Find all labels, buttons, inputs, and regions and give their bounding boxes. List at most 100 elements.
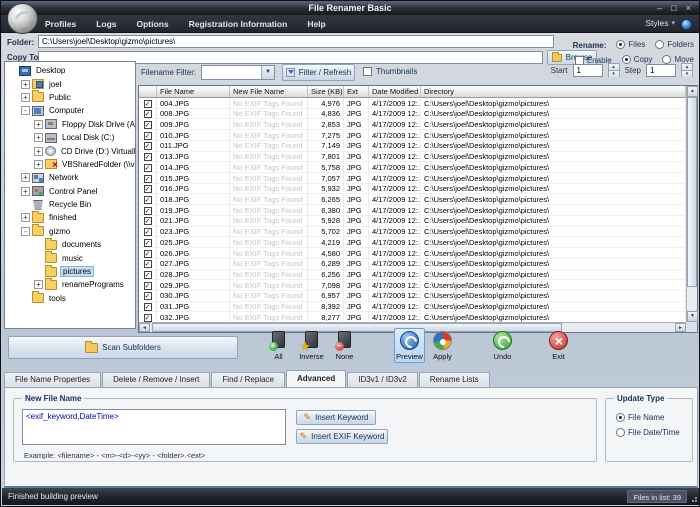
file-row[interactable]: ✓030.JPGNo EXIF Tags Found6,957JPG4/17/2… (139, 291, 686, 302)
rename-files-radio[interactable]: Files (616, 40, 645, 49)
row-checkbox[interactable]: ✓ (144, 100, 152, 108)
column-header-ext[interactable]: Ext (344, 86, 369, 97)
column-header-directory[interactable]: Directory (421, 86, 686, 97)
tab-rename-lists[interactable]: Rename Lists (419, 372, 490, 388)
vertical-scroll-thumb[interactable] (687, 97, 697, 287)
row-checkbox[interactable]: ✓ (144, 228, 152, 236)
menu-item-profiles[interactable]: Profiles (45, 19, 76, 29)
file-row[interactable]: ✓011.JPGNo EXIF Tags Found7,149JPG4/17/2… (139, 141, 686, 152)
tree-item-public[interactable]: +Public (5, 91, 135, 104)
column-header-new-file-name[interactable]: New File Name (230, 86, 308, 97)
file-row[interactable]: ✓018.JPGNo EXIF Tags Found6,265JPG4/17/2… (139, 194, 686, 205)
filename-filter-combobox[interactable]: ▼ (201, 65, 275, 80)
row-checkbox[interactable]: ✓ (144, 153, 152, 161)
file-row[interactable]: ✓027.JPGNo EXIF Tags Found6,289JPG4/17/2… (139, 259, 686, 270)
file-row[interactable]: ✓004.JPGNo EXIF Tags Found4,976JPG4/17/2… (139, 98, 686, 109)
filter-refresh-button[interactable]: Filter / Refresh (282, 64, 355, 81)
row-checkbox[interactable]: ✓ (144, 282, 152, 290)
file-row[interactable]: ✓014.JPGNo EXIF Tags Found5,758JPG4/17/2… (139, 162, 686, 173)
expand-icon[interactable]: + (34, 160, 43, 169)
file-row[interactable]: ✓029.JPGNo EXIF Tags Found7,098JPG4/17/2… (139, 280, 686, 291)
combo-dropdown-icon[interactable]: ▼ (261, 66, 274, 79)
menu-item-registration-information[interactable]: Registration Information (189, 19, 288, 29)
row-checkbox[interactable]: ✓ (144, 185, 152, 193)
action-exit-button[interactable]: Exit (543, 328, 574, 363)
action-apply-button[interactable]: Apply (427, 328, 458, 363)
start-spinner[interactable]: ▴▾ (608, 63, 620, 77)
row-checkbox[interactable]: ✓ (144, 132, 152, 140)
tree-item-control-panel[interactable]: +Control Panel (5, 185, 135, 198)
menu-item-help[interactable]: Help (307, 19, 325, 29)
step-spinner[interactable]: ▴▾ (681, 63, 693, 77)
file-row[interactable]: ✓028.JPGNo EXIF Tags Found6,256JPG4/17/2… (139, 270, 686, 281)
rename-folders-radio[interactable]: Folders (655, 40, 694, 49)
collapse-icon[interactable]: - (21, 227, 30, 236)
row-checkbox[interactable]: ✓ (144, 121, 152, 129)
row-checkbox[interactable]: ✓ (144, 207, 152, 215)
expand-icon[interactable]: + (21, 173, 30, 182)
tree-item-music[interactable]: music (5, 251, 135, 264)
action-none-button[interactable]: –None (329, 328, 360, 363)
menu-item-options[interactable]: Options (137, 19, 169, 29)
scroll-down-icon[interactable]: ▼ (687, 311, 698, 322)
collapse-icon[interactable]: - (21, 106, 30, 115)
row-checkbox[interactable]: ✓ (144, 142, 152, 150)
scroll-left-icon[interactable]: ◄ (139, 323, 150, 332)
expand-icon[interactable]: + (34, 147, 43, 156)
tree-item-computer[interactable]: -Computer (5, 104, 135, 117)
maximize-button[interactable]: □ (671, 2, 676, 15)
tree-item-local-disk-c[interactable]: +Local Disk (C:) (5, 131, 135, 144)
tree-item-gizmo[interactable]: -gizmo (5, 225, 135, 238)
expand-icon[interactable]: + (34, 133, 43, 142)
menu-item-logs[interactable]: Logs (96, 19, 116, 29)
scan-subfolders-button[interactable]: Scan Subfolders (8, 336, 238, 359)
tree-item-floppy-disk-drive-a[interactable]: +Floppy Disk Drive (A:) (5, 118, 135, 131)
thumbnails-checkbox[interactable]: Thumbnails (363, 67, 417, 76)
expand-icon[interactable]: + (34, 280, 43, 289)
file-row[interactable]: ✓021.JPGNo EXIF Tags Found5,928JPG4/17/2… (139, 216, 686, 227)
row-checkbox[interactable]: ✓ (144, 314, 152, 322)
file-row[interactable]: ✓013.JPGNo EXIF Tags Found7,801JPG4/17/2… (139, 152, 686, 163)
column-header-checkbox[interactable] (139, 86, 157, 97)
file-row[interactable]: ✓016.JPGNo EXIF Tags Found5,932JPG4/17/2… (139, 184, 686, 195)
help-globe-icon[interactable] (681, 19, 692, 30)
tree-item-joel[interactable]: +joel (5, 77, 135, 90)
row-checkbox[interactable]: ✓ (144, 217, 152, 225)
scroll-right-icon[interactable]: ► (675, 323, 686, 332)
action-undo-button[interactable]: Undo (487, 328, 518, 363)
tree-item-documents[interactable]: documents (5, 238, 135, 251)
tree-item-finished[interactable]: +finished (5, 211, 135, 224)
tree-item-renameprograms[interactable]: +renamePrograms (5, 278, 135, 291)
tree-item-tools[interactable]: tools (5, 292, 135, 305)
expand-icon[interactable]: + (21, 80, 30, 89)
column-header-date-modified[interactable]: Date Modified (369, 86, 421, 97)
minimize-button[interactable]: – (657, 2, 662, 15)
tree-item-network[interactable]: +Network (5, 171, 135, 184)
column-header-size-kb[interactable]: Size (KB) (308, 86, 344, 97)
row-checkbox[interactable]: ✓ (144, 175, 152, 183)
expand-icon[interactable]: + (34, 120, 43, 129)
row-checkbox[interactable]: ✓ (144, 239, 152, 247)
expand-icon[interactable]: + (21, 93, 30, 102)
vertical-scrollbar[interactable]: ▲ ▼ (686, 86, 697, 322)
row-checkbox[interactable]: ✓ (144, 271, 152, 279)
start-input[interactable] (573, 64, 603, 77)
action-inverse-button[interactable]: ★Inverse (296, 328, 327, 363)
folder-input[interactable] (38, 35, 554, 48)
update-type-file-date-time-radio[interactable]: File Date/Time (616, 428, 680, 437)
expand-icon[interactable]: + (21, 213, 30, 222)
file-row[interactable]: ✓010.JPGNo EXIF Tags Found7,275JPG4/17/2… (139, 130, 686, 141)
file-row[interactable]: ✓031.JPGNo EXIF Tags Found8,392JPG4/17/2… (139, 302, 686, 313)
tab-find-replace[interactable]: Find / Replace (211, 372, 285, 388)
action-preview-button[interactable]: Preview (394, 328, 425, 363)
step-input[interactable] (646, 64, 676, 77)
resize-grip[interactable] (690, 490, 698, 503)
row-checkbox[interactable]: ✓ (144, 303, 152, 311)
column-header-file-name[interactable]: File Name (157, 86, 230, 97)
row-checkbox[interactable]: ✓ (144, 110, 152, 118)
tree-item-vbsharedfolder-vboxsvr-z[interactable]: +VBSharedFolder (\\vboxsvr) (Z (5, 158, 135, 171)
file-row[interactable]: ✓015.JPGNo EXIF Tags Found7,057JPG4/17/2… (139, 173, 686, 184)
tab-id3v1-id3v2[interactable]: ID3v1 / ID3v2 (347, 372, 417, 388)
tab-file-name-properties[interactable]: File Name Properties (4, 372, 101, 388)
file-row[interactable]: ✓023.JPGNo EXIF Tags Found5,702JPG4/17/2… (139, 227, 686, 238)
